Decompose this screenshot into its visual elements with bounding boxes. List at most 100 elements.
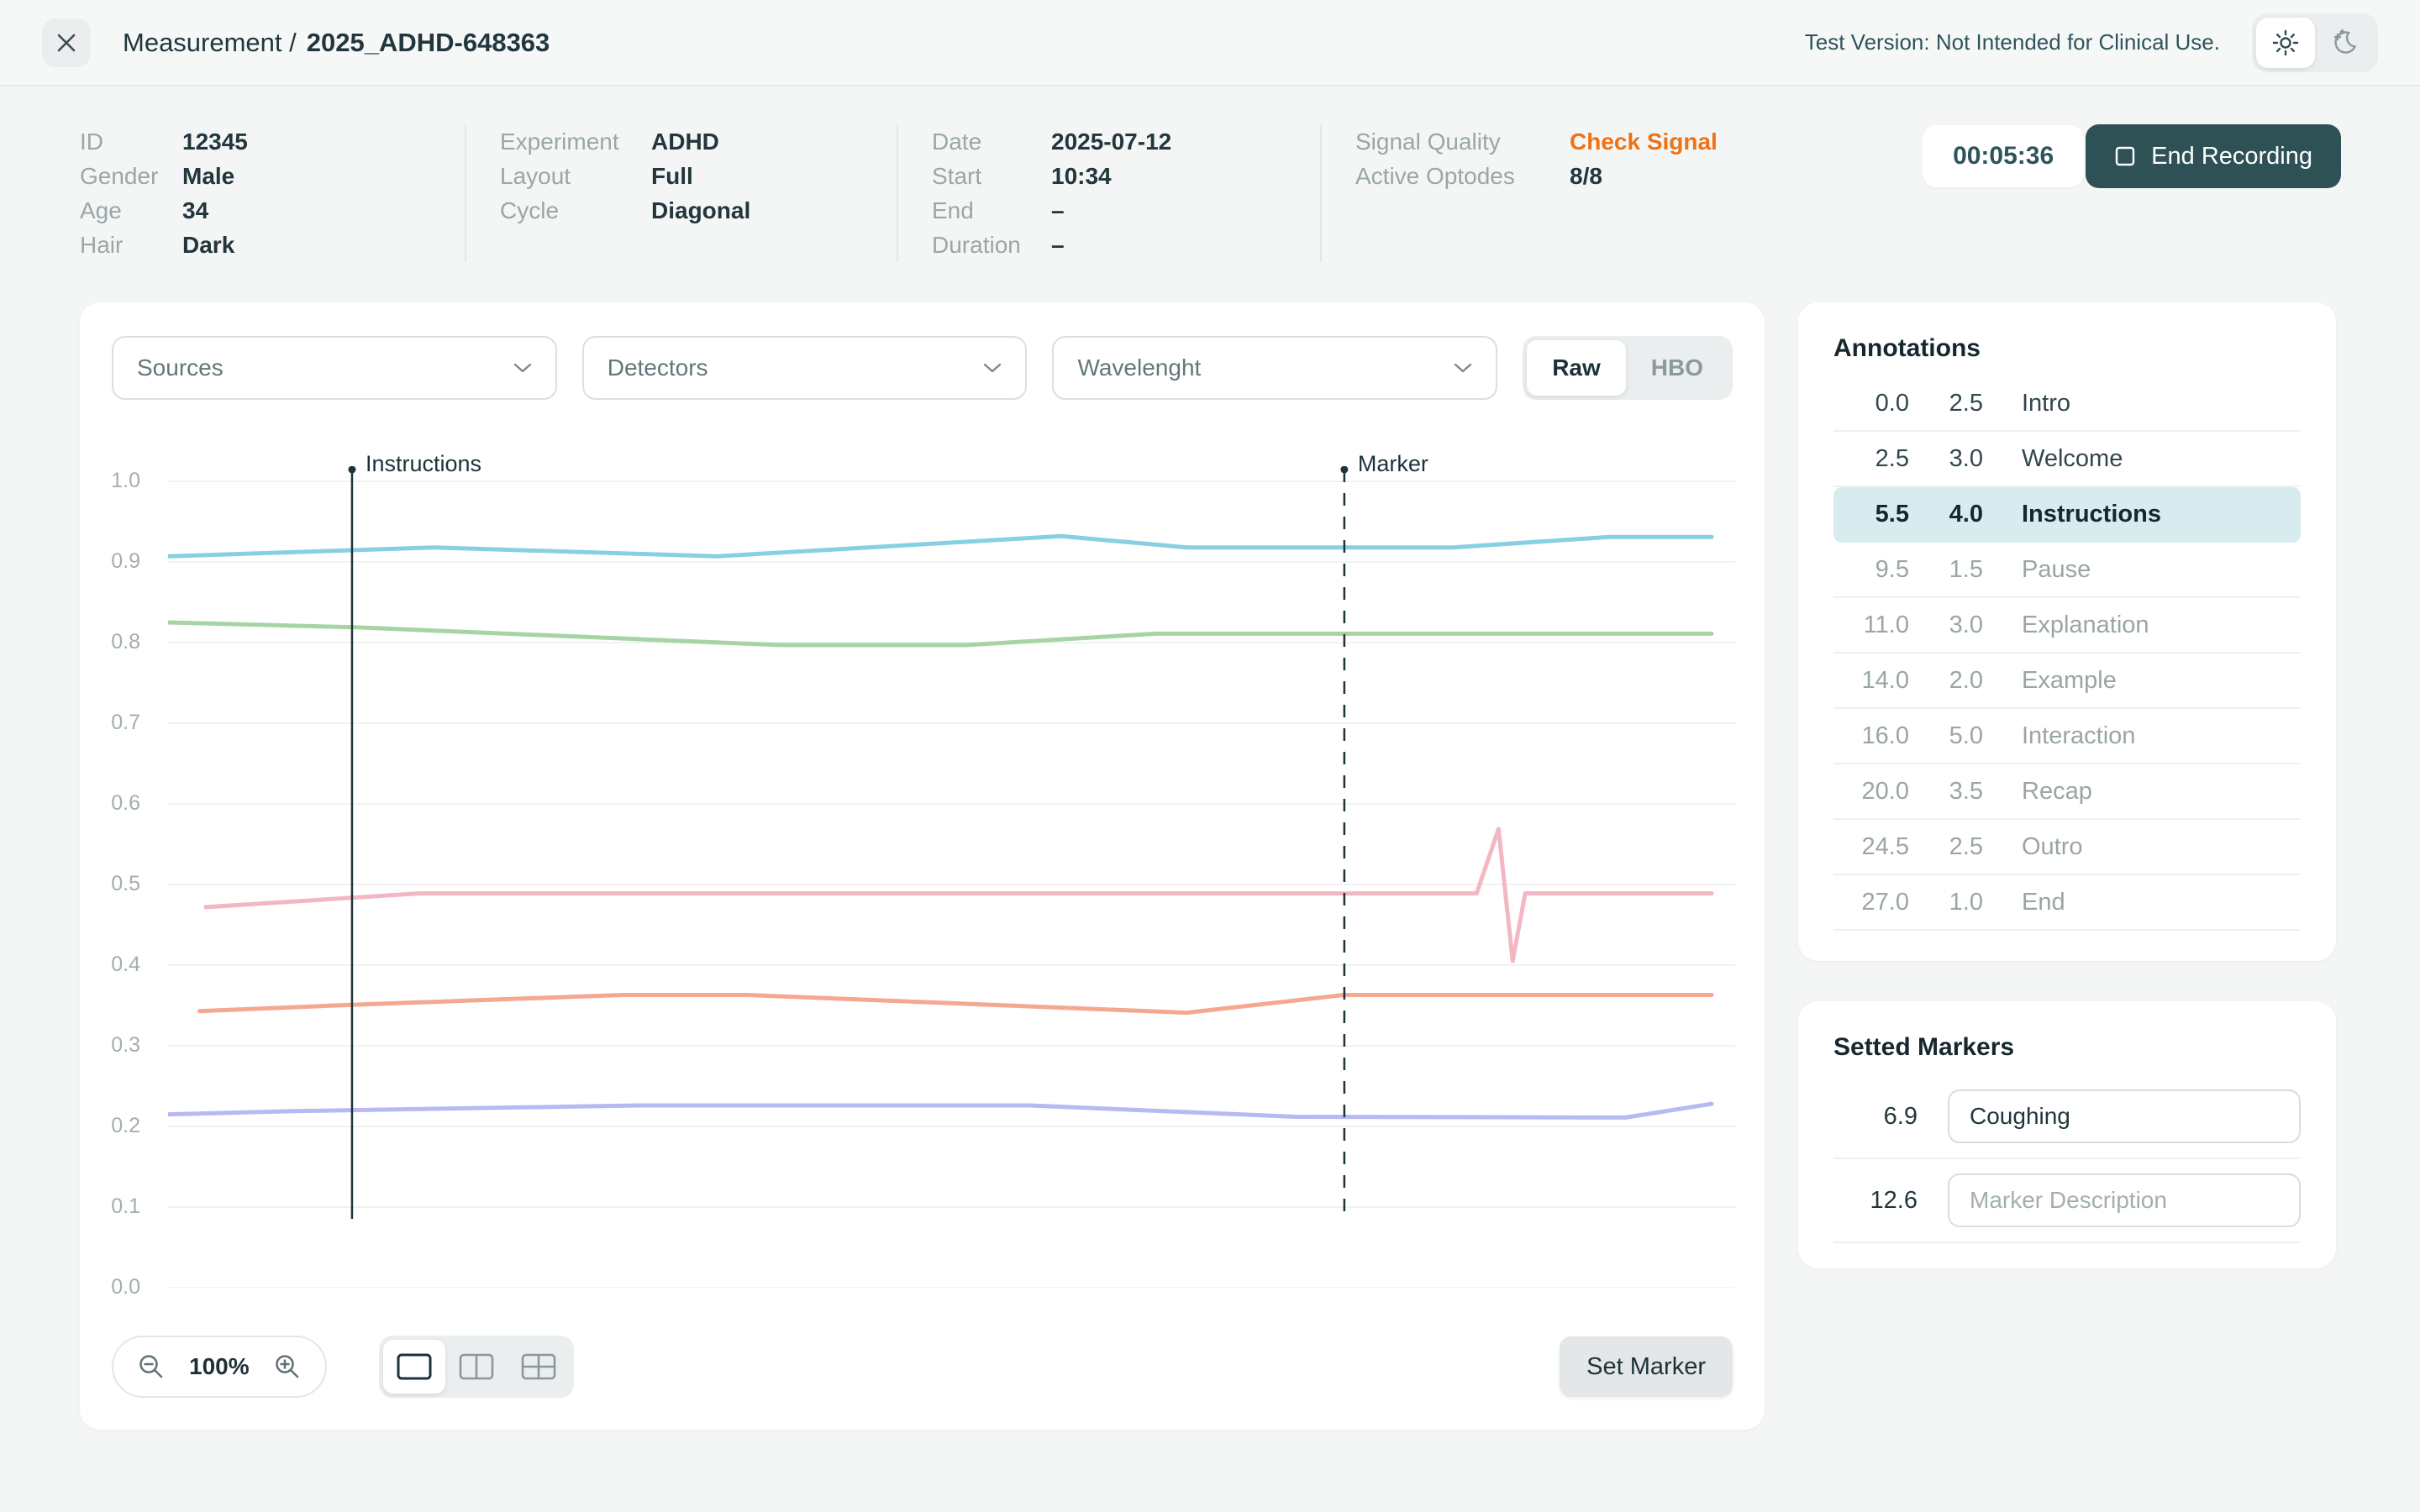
zoom-level: 100% xyxy=(189,1353,250,1380)
signal-mode-toggle: Raw HBO xyxy=(1523,336,1733,400)
y-tick-label: 0.8 xyxy=(111,630,140,654)
info-label: Duration xyxy=(932,228,1051,262)
single-pane-icon xyxy=(397,1353,432,1380)
signal-plot[interactable]: 1.00.90.80.70.60.50.40.30.20.10.0 Instru… xyxy=(168,466,1735,1288)
layout-toggle xyxy=(379,1336,574,1398)
y-tick-label: 0.0 xyxy=(111,1275,140,1299)
zoom-out-button[interactable] xyxy=(137,1352,166,1381)
dark-mode-button[interactable] xyxy=(2315,18,2374,68)
setted-markers-title: Setted Markers xyxy=(1833,1033,2301,1062)
annotation-row[interactable]: 16.05.0Interaction xyxy=(1833,709,2301,764)
info-value: – xyxy=(1051,228,1065,262)
series-channel-1 xyxy=(168,536,1712,556)
annotation-row[interactable]: 27.01.0End xyxy=(1833,875,2301,931)
light-mode-button[interactable] xyxy=(2256,18,2315,68)
annotation-duration: 2.5 xyxy=(1909,390,1983,417)
info-label: Hair xyxy=(80,228,182,262)
zoom-control: 100% xyxy=(112,1336,327,1398)
chevron-down-icon xyxy=(513,363,532,373)
info-value: 12345 xyxy=(182,124,248,159)
stop-icon xyxy=(2114,145,2136,167)
annotation-row[interactable]: 24.52.5Outro xyxy=(1833,820,2301,875)
single-pane-button[interactable] xyxy=(383,1340,445,1394)
y-tick-label: 0.3 xyxy=(111,1033,140,1058)
y-tick-label: 0.9 xyxy=(111,549,140,574)
marker-line-label: Instructions xyxy=(366,451,481,477)
annotation-start-time: 0.0 xyxy=(1833,390,1909,417)
mode-raw-button[interactable]: Raw xyxy=(1527,340,1626,396)
annotation-label: Intro xyxy=(2022,390,2070,417)
annotation-duration: 2.5 xyxy=(1909,833,1983,861)
moon-icon xyxy=(2329,28,2360,58)
annotation-label: Instructions xyxy=(2022,501,2161,528)
annotation-row[interactable]: 2.53.0Welcome xyxy=(1833,432,2301,487)
y-tick-label: 0.6 xyxy=(111,791,140,816)
sources-dropdown-label: Sources xyxy=(137,354,224,381)
close-icon xyxy=(56,33,76,53)
info-label: Layout xyxy=(500,159,651,193)
chevron-down-icon xyxy=(1454,363,1472,373)
active-optodes-value: 8/8 xyxy=(1570,159,1602,193)
annotation-row[interactable]: 0.02.5 Intro xyxy=(1833,376,2301,432)
page-title: Measurement / 2025_ADHD-648363 xyxy=(123,28,550,58)
zoom-in-button[interactable] xyxy=(273,1352,302,1381)
annotation-row[interactable]: 14.02.0Example xyxy=(1833,654,2301,709)
annotations-list: 0.02.5Intro2.53.0Welcome5.54.0Instructio… xyxy=(1833,376,2301,931)
set-marker-button[interactable]: Set Marker xyxy=(1560,1336,1733,1397)
setted-markers-panel: Setted Markers 6.9 12.6 xyxy=(1798,1001,2336,1268)
annotation-start-time: 9.5 xyxy=(1833,556,1909,584)
sources-dropdown[interactable]: Sources xyxy=(112,336,557,400)
annotation-duration: 3.5 xyxy=(1909,778,1983,806)
y-tick-label: 0.2 xyxy=(111,1114,140,1138)
annotations-title: Annotations xyxy=(1833,334,2301,363)
annotation-row[interactable]: 9.51.5Pause xyxy=(1833,543,2301,598)
marker-dot xyxy=(1340,466,1348,474)
annotation-label: Interaction xyxy=(2022,722,2135,750)
annotation-start-time: 11.0 xyxy=(1833,612,1909,639)
chart-bottom-toolbar: 100% Set Marker xyxy=(112,1336,1733,1398)
series-channel-2 xyxy=(168,622,1712,645)
y-tick-label: 1.0 xyxy=(111,469,140,493)
annotation-duration: 1.5 xyxy=(1909,556,1983,584)
y-tick-label: 0.5 xyxy=(111,872,140,896)
annotation-duration: 1.0 xyxy=(1909,889,1983,916)
annotation-duration: 4.0 xyxy=(1909,501,1983,528)
theme-toggle xyxy=(2252,13,2378,72)
detectors-dropdown[interactable]: Detectors xyxy=(582,336,1028,400)
zoom-in-icon xyxy=(273,1352,302,1381)
header: Measurement / 2025_ADHD-648363 Test Vers… xyxy=(0,0,2420,87)
setted-marker-row: 12.6 xyxy=(1833,1159,2301,1243)
annotation-start-time: 16.0 xyxy=(1833,722,1909,750)
end-recording-button[interactable]: End Recording xyxy=(2086,124,2341,188)
info-label: Cycle xyxy=(500,193,651,228)
annotation-label: Welcome xyxy=(2022,445,2123,473)
series-channel-5 xyxy=(168,1104,1712,1117)
test-version-note: Test Version: Not Intended for Clinical … xyxy=(1805,29,2220,55)
y-tick-label: 0.7 xyxy=(111,711,140,735)
annotation-label: End xyxy=(2022,889,2065,916)
annotation-start-time: 5.5 xyxy=(1833,501,1909,528)
marker-description-input[interactable] xyxy=(1948,1089,2301,1143)
info-label: Date xyxy=(932,124,1051,159)
zoom-out-icon xyxy=(137,1352,166,1381)
annotation-row[interactable]: 5.54.0 Instructions xyxy=(1833,487,2301,543)
subject-info-column: ID12345 GenderMale Age34 HairDark xyxy=(80,124,465,262)
info-value: Dark xyxy=(182,228,234,262)
info-value: 10:34 xyxy=(1051,159,1112,193)
two-pane-button[interactable] xyxy=(445,1340,508,1394)
wavelength-dropdown[interactable]: Wavelenght xyxy=(1052,336,1497,400)
annotation-row[interactable]: 11.03.0Explanation xyxy=(1833,598,2301,654)
marker-description-input[interactable] xyxy=(1948,1173,2301,1227)
divider xyxy=(897,124,898,262)
four-pane-button[interactable] xyxy=(508,1340,570,1394)
measurement-chart-card: Sources Detectors Wavelenght Raw HBO 1.0… xyxy=(80,302,1765,1430)
annotations-panel: Annotations 0.02.5Intro2.53.0Welcome5.54… xyxy=(1798,302,2336,961)
annotation-start-time: 20.0 xyxy=(1833,778,1909,806)
wavelength-dropdown-label: Wavelenght xyxy=(1077,354,1201,381)
annotation-row[interactable]: 20.03.5Recap xyxy=(1833,764,2301,820)
info-value: 2025-07-12 xyxy=(1051,124,1171,159)
close-button[interactable] xyxy=(42,18,91,67)
info-value: ADHD xyxy=(651,124,719,159)
annotation-start-time: 2.5 xyxy=(1833,445,1909,473)
mode-hbo-button[interactable]: HBO xyxy=(1626,340,1728,396)
